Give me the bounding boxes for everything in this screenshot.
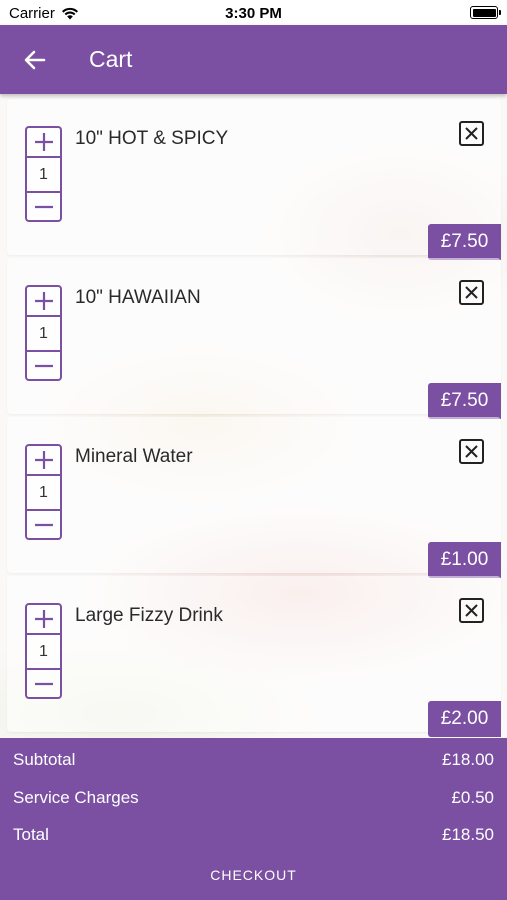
quantity-stepper: 1 — [25, 603, 62, 699]
increase-quantity-button[interactable] — [27, 446, 60, 476]
item-name: 10" HAWAIIAN — [75, 287, 201, 308]
back-button[interactable] — [22, 47, 48, 73]
quantity-stepper: 1 — [25, 126, 62, 222]
close-icon — [465, 286, 478, 299]
cart-list[interactable]: 1 10" HOT & SPICY £7.50 1 10" HAWAIIAN £… — [0, 94, 507, 738]
remove-item-button[interactable] — [459, 280, 484, 305]
battery-icon — [470, 6, 501, 19]
status-bar: Carrier 3:30 PM — [0, 0, 507, 25]
decrease-quantity-button[interactable] — [27, 350, 60, 379]
status-time: 3:30 PM — [225, 5, 282, 22]
increase-quantity-button[interactable] — [27, 605, 60, 635]
decrease-quantity-button[interactable] — [27, 509, 60, 538]
item-name: 10" HOT & SPICY — [75, 128, 229, 149]
plus-icon — [34, 451, 53, 469]
subtotal-row: Subtotal £18.00 — [13, 750, 494, 770]
quantity-stepper: 1 — [25, 444, 62, 540]
plus-icon — [34, 292, 53, 310]
service-charges-row: Service Charges £0.50 — [13, 788, 494, 808]
plus-icon — [34, 133, 53, 151]
minus-icon — [34, 364, 53, 367]
minus-icon — [34, 682, 53, 685]
item-price: £2.00 — [428, 701, 501, 737]
remove-item-button[interactable] — [459, 121, 484, 146]
quantity-value: 1 — [39, 165, 48, 183]
increase-quantity-button[interactable] — [27, 287, 60, 317]
arrow-left-icon — [24, 50, 46, 70]
checkout-button[interactable]: CHECKOUT — [0, 867, 507, 883]
item-price: £1.00 — [428, 542, 501, 578]
close-icon — [465, 604, 478, 617]
item-name: Mineral Water — [75, 446, 193, 467]
minus-icon — [34, 205, 53, 208]
cart-item: 1 Large Fizzy Drink £2.00 — [7, 576, 501, 737]
increase-quantity-button[interactable] — [27, 128, 60, 158]
app-bar: Cart — [0, 25, 507, 94]
plus-icon — [34, 610, 53, 628]
service-charges-value: £0.50 — [451, 788, 494, 807]
page-title: Cart — [89, 46, 133, 72]
total-value: £18.50 — [442, 825, 494, 844]
quantity-value: 1 — [39, 642, 48, 660]
cart-item: 1 10" HAWAIIAN £7.50 — [7, 258, 501, 419]
total-row: Total £18.50 — [13, 825, 494, 845]
subtotal-value: £18.00 — [442, 750, 494, 769]
cart-item: 1 Mineral Water £1.00 — [7, 417, 501, 578]
quantity-value: 1 — [39, 483, 48, 501]
total-label: Total — [13, 825, 49, 844]
close-icon — [465, 127, 478, 140]
remove-item-button[interactable] — [459, 439, 484, 464]
subtotal-label: Subtotal — [13, 750, 76, 769]
close-icon — [465, 445, 478, 458]
quantity-value: 1 — [39, 324, 48, 342]
decrease-quantity-button[interactable] — [27, 668, 60, 697]
minus-icon — [34, 523, 53, 526]
cart-item: 1 10" HOT & SPICY £7.50 — [7, 99, 501, 260]
remove-item-button[interactable] — [459, 598, 484, 623]
quantity-stepper: 1 — [25, 285, 62, 381]
item-price: £7.50 — [428, 224, 501, 260]
decrease-quantity-button[interactable] — [27, 191, 60, 220]
item-name: Large Fizzy Drink — [75, 605, 223, 626]
order-summary: Subtotal £18.00 Service Charges £0.50 To… — [0, 738, 507, 900]
service-charges-label: Service Charges — [13, 788, 139, 807]
item-price: £7.50 — [428, 383, 501, 419]
